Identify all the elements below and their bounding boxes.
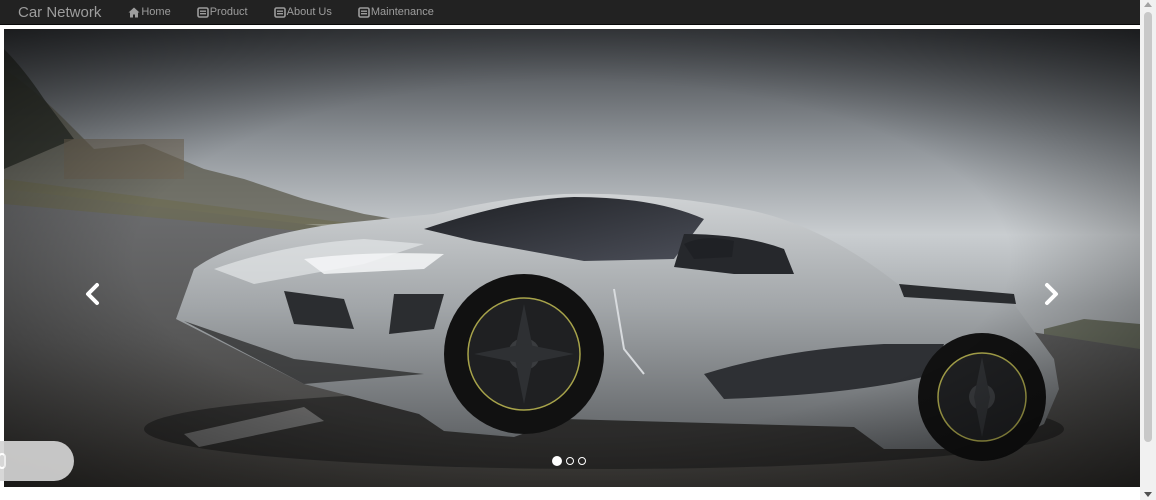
home-icon	[128, 7, 140, 18]
nav-item-product[interactable]: Product	[196, 6, 248, 18]
nav-item-home[interactable]: Home	[128, 6, 171, 18]
widget-icon	[0, 453, 6, 469]
nav-item-label: Maintenance	[370, 6, 434, 18]
nav-item-label: Product	[209, 6, 248, 18]
scroll-down-icon[interactable]	[1144, 492, 1152, 497]
nav-item-label: About Us	[286, 6, 332, 18]
chevron-right-icon	[1045, 283, 1058, 305]
scroll-up-icon[interactable]	[1144, 2, 1152, 7]
brand-link[interactable]: Car Network	[18, 4, 101, 21]
car-slide-image	[4, 29, 1140, 487]
nav-item-about-us[interactable]: About Us	[273, 6, 332, 18]
hero-carousel	[4, 29, 1140, 487]
panel-icon	[358, 6, 370, 18]
scrollbar-thumb[interactable]	[1144, 12, 1152, 442]
panel-icon	[196, 6, 209, 18]
page: Car Network Home Product About Us Mainte…	[0, 0, 1156, 500]
nav-item-maintenance[interactable]: Maintenance	[358, 6, 434, 18]
navbar: Car Network Home Product About Us Mainte…	[0, 0, 1140, 25]
carousel-indicators	[552, 456, 586, 466]
carousel-prev-button[interactable]	[78, 279, 108, 309]
panel-icon	[273, 6, 286, 18]
carousel-indicator-2[interactable]	[566, 457, 574, 465]
chevron-left-icon	[86, 283, 99, 305]
carousel-next-button[interactable]	[1036, 279, 1066, 309]
carousel-indicator-1[interactable]	[552, 456, 562, 466]
carousel-indicator-3[interactable]	[578, 457, 586, 465]
page-scrollbar[interactable]	[1140, 0, 1156, 500]
floating-widget-button[interactable]	[0, 441, 74, 481]
nav-item-label: Home	[141, 6, 171, 18]
